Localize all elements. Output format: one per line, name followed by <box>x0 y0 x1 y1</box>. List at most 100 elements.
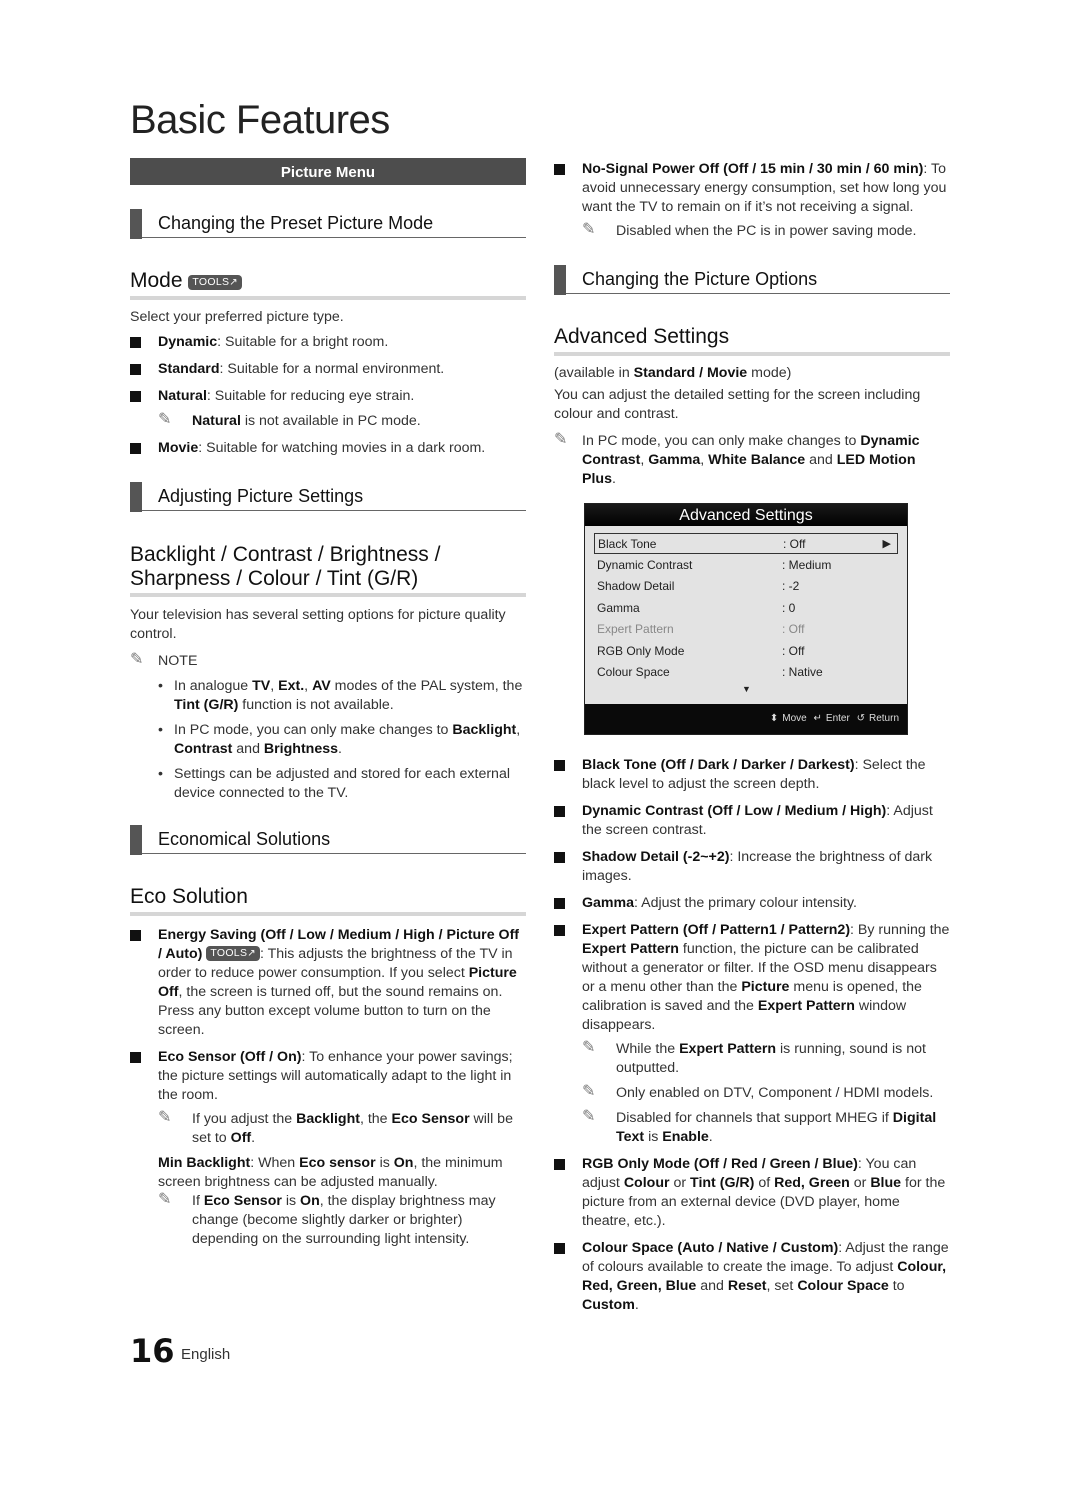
subheading-marker <box>130 482 142 512</box>
heading-advanced-settings: Advanced Settings <box>554 324 950 356</box>
enter-label: Enter <box>825 713 850 724</box>
heading-backlight: Backlight / Contrast / Brightness / Shar… <box>130 543 526 597</box>
list-item: Movie: Suitable for watching movies in a… <box>130 439 526 458</box>
note-item: • In PC mode, you can only make changes t… <box>158 722 521 757</box>
tools-badge: TOOLS↗ <box>206 946 260 961</box>
return-label: Return <box>868 713 899 724</box>
pencil-note-icon: ✎ <box>582 221 596 238</box>
subheading-text: Changing the Picture Options <box>582 269 818 289</box>
pencil-note-icon: ✎ <box>582 1039 596 1056</box>
subheading-economical: Economical Solutions <box>130 825 526 855</box>
list-item: Dynamic: Suitable for a bright room. <box>130 333 526 352</box>
osd-row-gamma[interactable]: Gamma: 0 <box>594 598 898 619</box>
pencil-note-icon: ✎ <box>158 1109 172 1126</box>
subheading-text: Adjusting Picture Settings <box>158 486 364 506</box>
bullet-square-icon <box>130 1052 141 1063</box>
advanced-intro: You can adjust the detailed setting for … <box>554 387 921 422</box>
pencil-note-icon: ✎ <box>158 1191 172 1208</box>
arrow-right-icon: ▶ <box>882 538 891 550</box>
list-item: Eco Sensor (Off / On): To enhance your p… <box>130 1048 526 1249</box>
left-column: Picture Menu Changing the Preset Picture… <box>130 158 526 1249</box>
list-item: Standard: Suitable for a normal environm… <box>130 360 526 379</box>
right-column: No-Signal Power Off (Off / 15 min / 30 m… <box>554 160 950 489</box>
enter-icon: ↵ <box>813 713 822 724</box>
heading-mode: Mode TOOLS↗ <box>130 268 526 300</box>
note: ✎ In PC mode, you can only make changes t… <box>554 431 920 487</box>
heading-text: Mode <box>130 269 183 292</box>
advanced-settings-osd: Advanced Settings Black Tone: Off ▶ Dynam… <box>584 503 908 735</box>
osd-row-shadow-detail[interactable]: Shadow Detail: -2 <box>594 576 898 597</box>
bullet-square-icon <box>554 1243 565 1254</box>
osd-row-rgb-only-mode[interactable]: RGB Only Mode: Off <box>594 641 898 662</box>
note: ✎ If you adjust the Backlight, the Eco Se… <box>158 1109 513 1146</box>
page-title: Basic Features <box>130 98 390 142</box>
bullet-square-icon <box>130 337 141 348</box>
list-item: Dynamic Contrast (Off / Low / Medium / H… <box>554 802 950 840</box>
note: ✎ While the Expert Pattern is running, so… <box>582 1039 926 1076</box>
pencil-note-icon: ✎ <box>130 651 144 668</box>
subheading-marker <box>130 209 142 239</box>
subheading-marker <box>554 265 566 295</box>
move-icon: ⬍ <box>769 713 779 724</box>
osd-row-expert-pattern: Expert Pattern: Off <box>597 622 805 636</box>
bullet-square-icon <box>130 364 141 375</box>
note: ✎ Disabled when the PC is in power saving… <box>582 221 917 239</box>
osd-row-colour-space[interactable]: Colour Space: Native <box>594 662 898 683</box>
osd-title: Advanced Settings <box>585 504 907 526</box>
pencil-note-icon: ✎ <box>582 1108 596 1125</box>
bullet-square-icon <box>130 391 141 402</box>
picture-menu-bar: Picture Menu <box>130 158 526 185</box>
return-icon: ↺ <box>856 713 865 724</box>
pencil-note-icon: ✎ <box>582 1083 596 1100</box>
pencil-note-icon: ✎ <box>554 431 568 448</box>
right-column-items: Black Tone (Off / Dark / Darker / Darkes… <box>554 756 950 1315</box>
bullet-square-icon <box>554 852 565 863</box>
heading-eco-solution: Eco Solution <box>130 884 526 916</box>
move-label: Move <box>782 713 807 724</box>
tools-badge: TOOLS↗ <box>188 275 242 290</box>
list-item: No-Signal Power Off (Off / 15 min / 30 m… <box>554 160 950 241</box>
bullet-square-icon <box>554 898 565 909</box>
bullet-square-icon <box>130 443 141 454</box>
note: ✎ Only enabled on DTV, Component / HDMI m… <box>582 1083 934 1101</box>
subheading-text: Economical Solutions <box>158 829 331 849</box>
list-item: Shadow Detail (-2~+2): Increase the brig… <box>554 848 950 886</box>
subheading-text: Changing the Preset Picture Mode <box>158 213 434 233</box>
note: ✎ Natural is not available in PC mode. <box>158 411 421 429</box>
subheading-preset-mode: Changing the Preset Picture Mode <box>130 209 526 239</box>
availability-text: (available in Standard / Movie mode) <box>554 365 792 381</box>
backlight-intro: Your television has several setting opti… <box>130 607 506 642</box>
bullet-square-icon <box>130 930 141 941</box>
note: ✎ If Eco Sensor is On, the display bright… <box>158 1191 496 1247</box>
page-language: English <box>181 1346 231 1363</box>
mode-intro: Select your preferred picture type. <box>130 309 344 325</box>
note-item: • Settings can be adjusted and stored for… <box>158 766 510 801</box>
list-item: Energy Saving (Off / Low / Medium / High… <box>130 926 526 1040</box>
list-item: Black Tone (Off / Dark / Darker / Darkes… <box>554 756 950 794</box>
bullet-square-icon <box>554 164 565 175</box>
list-item: Gamma: Adjust the primary colour intensi… <box>554 894 950 913</box>
note-list: • In analogue TV, Ext., AV modes of the P… <box>130 677 526 803</box>
osd-row-black-tone[interactable]: Black Tone: Off ▶ <box>594 533 898 554</box>
osd-footer: ⬍ Move ↵ Enter ↺ Return <box>585 704 907 734</box>
list-item: RGB Only Mode (Off / Red / Green / Blue)… <box>554 1155 950 1231</box>
list-item: Natural: Suitable for reducing eye strai… <box>130 387 526 431</box>
note-heading: ✎ NOTE <box>130 651 198 669</box>
osd-row-dynamic-contrast[interactable]: Dynamic Contrast: Medium <box>594 555 898 576</box>
tools-icon: ↗ <box>229 277 238 288</box>
list-item: Colour Space (Auto / Native / Custom): A… <box>554 1239 950 1315</box>
page-number: 16 <box>130 1332 175 1370</box>
subheading-adjusting: Adjusting Picture Settings <box>130 482 526 512</box>
subheading-picture-options: Changing the Picture Options <box>554 265 950 295</box>
subheading-marker <box>130 825 142 855</box>
tools-icon: ↗ <box>247 948 256 959</box>
scroll-down-icon[interactable]: ▼ <box>742 684 751 694</box>
list-item: Expert Pattern (Off / Pattern1 / Pattern… <box>554 921 950 1147</box>
bullet-square-icon <box>554 760 565 771</box>
bullet-square-icon <box>554 806 565 817</box>
bullet-square-icon <box>554 925 565 936</box>
note: ✎ Disabled for channels that support MHEG… <box>582 1108 937 1145</box>
bullet-square-icon <box>554 1159 565 1170</box>
pencil-note-icon: ✎ <box>158 411 172 428</box>
min-backlight-text: Min Backlight: When Eco sensor is On, th… <box>158 1155 503 1190</box>
